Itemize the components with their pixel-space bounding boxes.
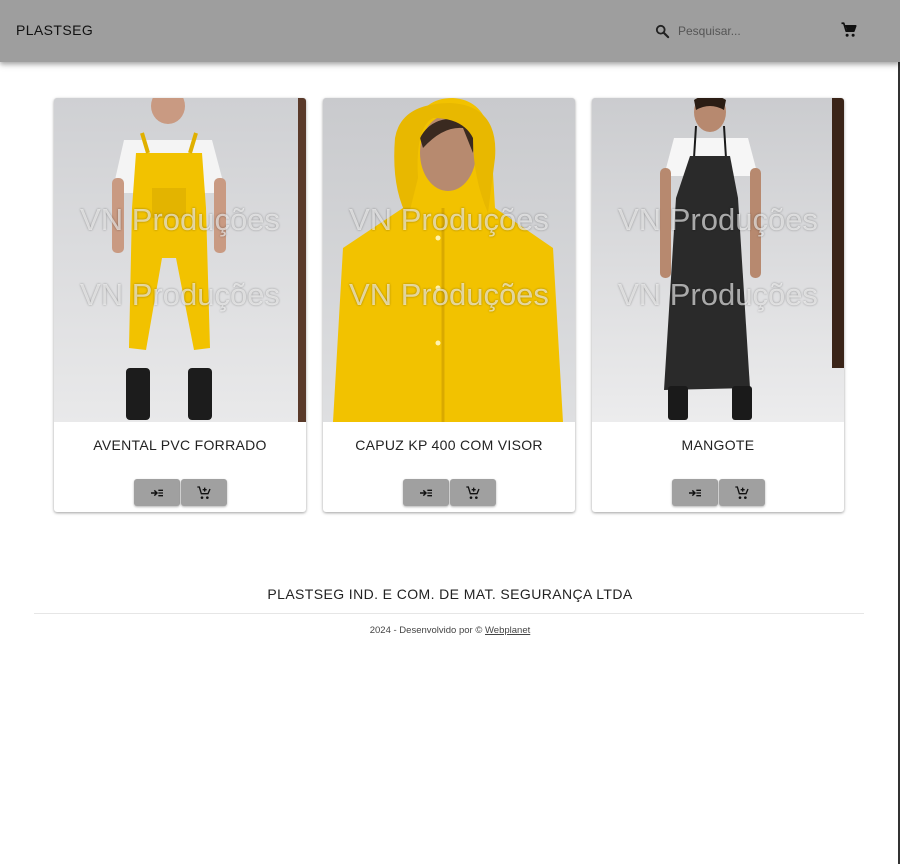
brand-logo-text[interactable]: PLASTSEG: [16, 22, 93, 38]
developer-link[interactable]: Webplanet: [485, 625, 530, 636]
cart-button[interactable]: [840, 21, 860, 41]
search-input[interactable]: [678, 24, 808, 38]
credits-text: 2024 - Desenvolvido por ©: [369, 625, 485, 636]
product-card[interactable]: VN Produções VN Produções CAPUZ KP 400 C…: [323, 98, 575, 512]
product-title[interactable]: AVENTAL PVC FORRADO: [54, 437, 306, 453]
product-card[interactable]: VN Produções VN Produções MANGOTE: [592, 98, 844, 512]
product-actions: [134, 479, 227, 506]
add-to-cart-button[interactable]: [719, 479, 765, 506]
search-box[interactable]: [654, 20, 814, 42]
product-image[interactable]: VN Produções VN Produções: [323, 98, 575, 422]
app-bar: PLASTSEG: [0, 0, 900, 62]
footer-divider: [34, 613, 864, 614]
footer-credits: 2024 - Desenvolvido por © Webplanet: [0, 625, 900, 636]
product-title[interactable]: CAPUZ KP 400 COM VISOR: [323, 437, 575, 453]
add-cart-icon: [466, 485, 480, 499]
product-title[interactable]: MANGOTE: [592, 437, 844, 453]
footer-company-name: PLASTSEG IND. E COM. DE MAT. SEGURANÇA L…: [267, 586, 633, 602]
product-card[interactable]: VN Produções VN Produções AVENTAL PVC FO…: [54, 98, 306, 512]
product-image[interactable]: VN Produções VN Produções: [592, 98, 844, 422]
add-cart-icon: [735, 485, 749, 499]
arrow-list-icon: [689, 489, 701, 496]
arrow-list-icon: [151, 489, 163, 496]
search-icon: [655, 24, 670, 38]
add-cart-icon: [197, 485, 211, 499]
details-button[interactable]: [134, 479, 180, 506]
arrow-list-icon: [420, 489, 432, 496]
product-image[interactable]: VN Produções VN Produções: [54, 98, 306, 422]
add-to-cart-button[interactable]: [450, 479, 496, 506]
product-actions: [403, 479, 496, 506]
cart-icon: [841, 22, 857, 37]
details-button[interactable]: [403, 479, 449, 506]
product-actions: [672, 479, 765, 506]
add-to-cart-button[interactable]: [181, 479, 227, 506]
details-button[interactable]: [672, 479, 718, 506]
